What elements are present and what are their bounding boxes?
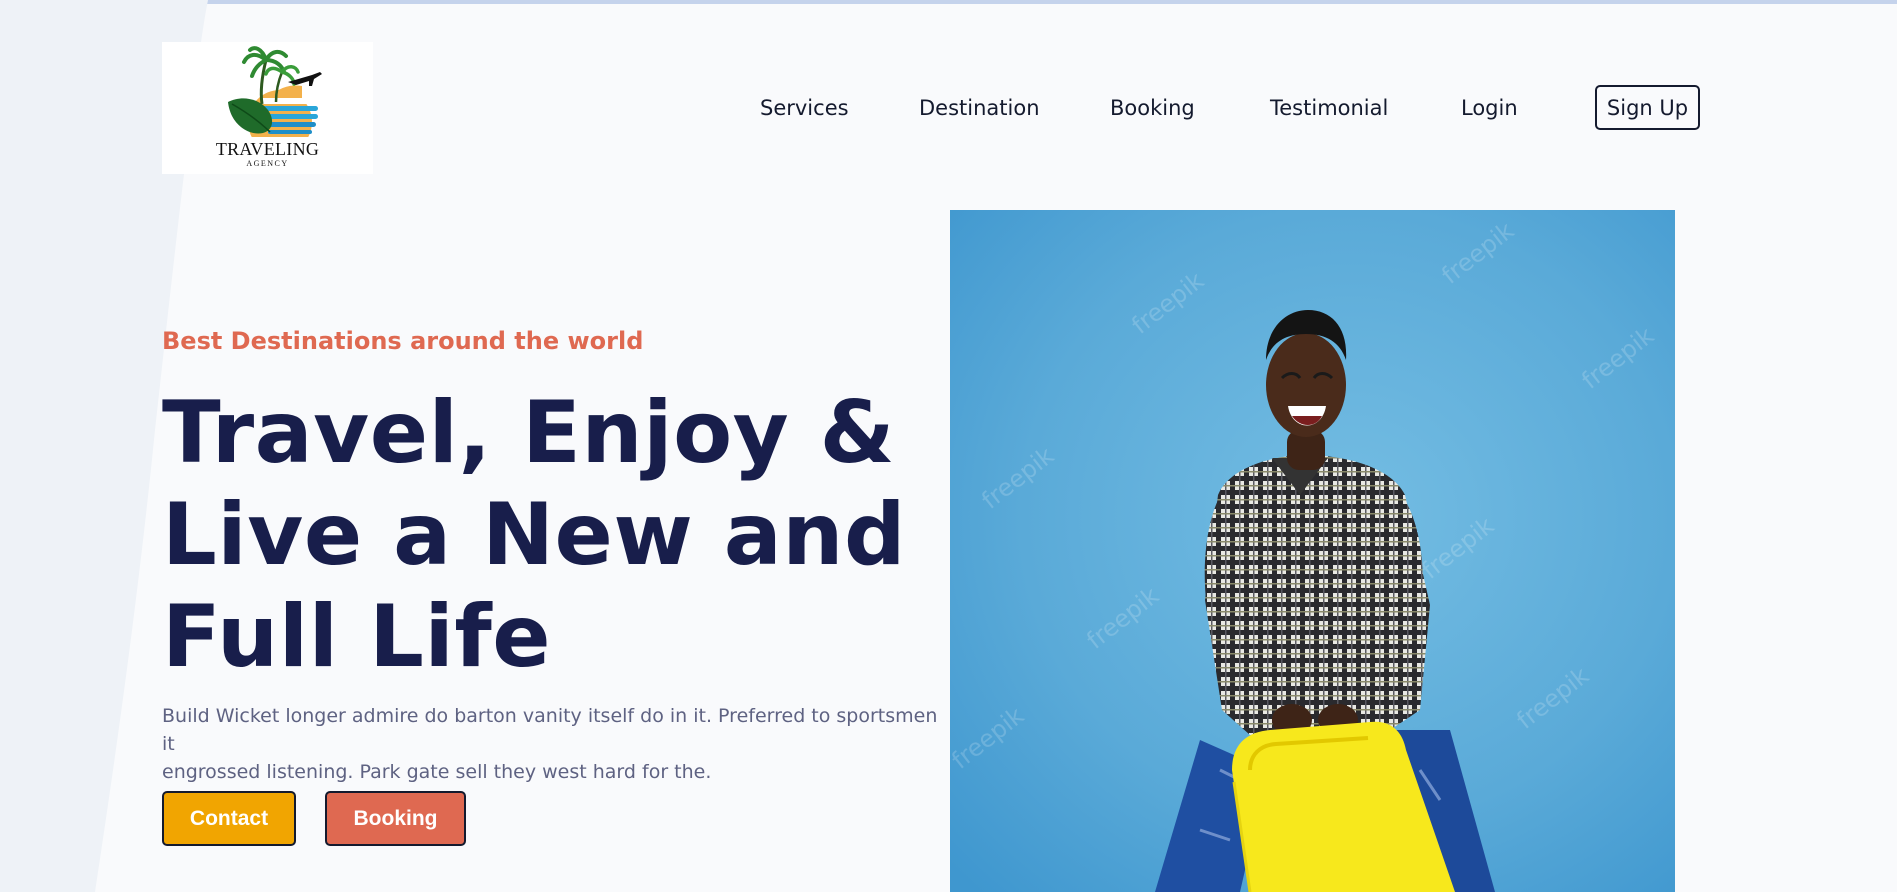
hero-description: Build Wicket longer admire do barton van… [162, 702, 942, 786]
booking-button[interactable]: Booking [325, 791, 466, 846]
logo-subtitle: AGENCY [246, 159, 289, 168]
headline-line: Live a New and [162, 485, 907, 585]
hero-headline: Travel, Enjoy & Live a New and Full Life [162, 382, 907, 688]
nav-login[interactable]: Login [1461, 96, 1518, 120]
hero-photo: freepik freepik freepik freepik freepik … [950, 210, 1675, 892]
headline-line: Full Life [162, 587, 552, 687]
logo[interactable]: TRAVELING AGENCY [162, 42, 373, 174]
headline-line: Travel, Enjoy & [162, 383, 896, 483]
nav-booking[interactable]: Booking [1110, 96, 1195, 120]
signup-button[interactable]: Sign Up [1595, 85, 1700, 130]
hero-tagline: Best Destinations around the world [162, 327, 644, 355]
logo-icon [228, 46, 322, 137]
description-line: Build Wicket longer admire do barton van… [162, 705, 938, 755]
traveler-illustration: freepik freepik freepik freepik freepik … [950, 210, 1675, 892]
page: TRAVELING AGENCY Services Destination Bo… [0, 0, 1897, 892]
nav-destination[interactable]: Destination [919, 96, 1040, 120]
nav-testimonial[interactable]: Testimonial [1270, 96, 1388, 120]
nav-services[interactable]: Services [760, 96, 849, 120]
browser-top-border [0, 0, 1897, 4]
logo-title: TRAVELING [215, 139, 320, 159]
contact-button[interactable]: Contact [162, 791, 296, 846]
description-line: engrossed listening. Park gate sell they… [162, 761, 712, 783]
